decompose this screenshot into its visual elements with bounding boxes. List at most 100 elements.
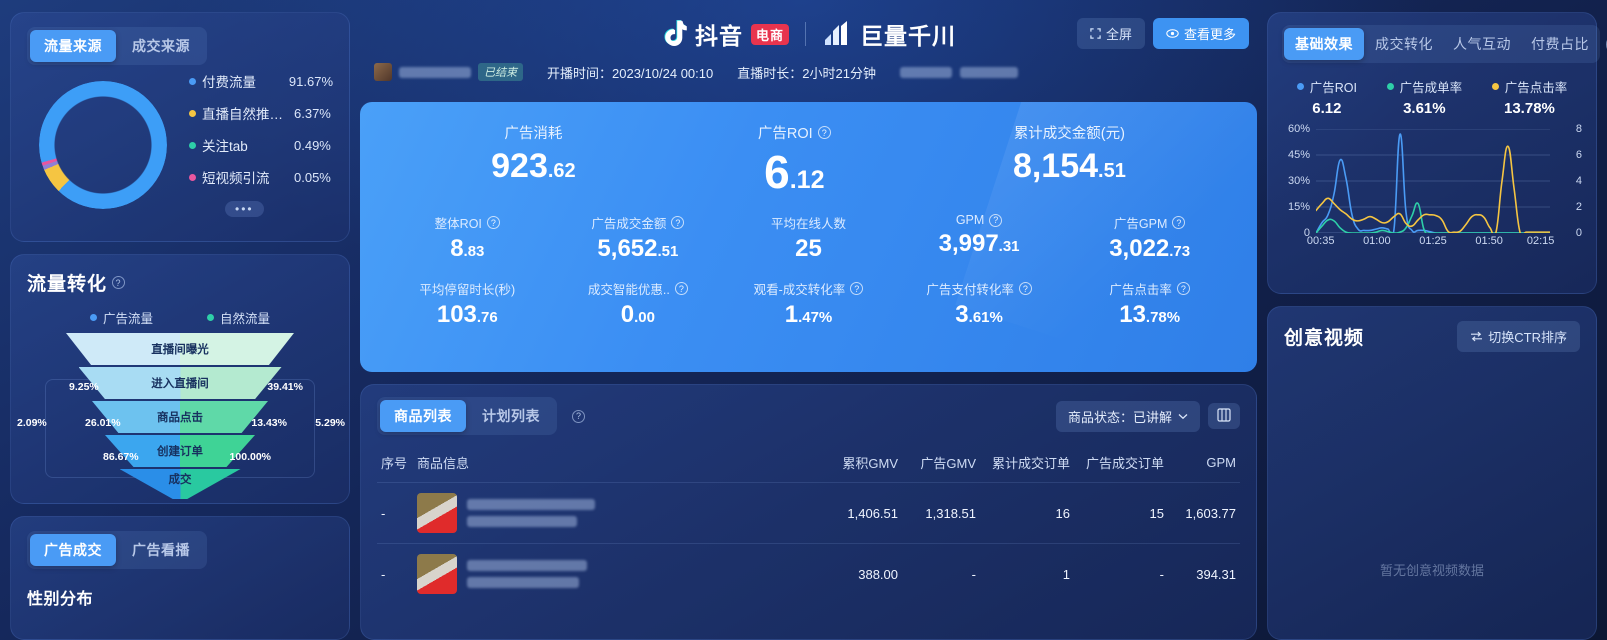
legend-ad-traffic: 广告流量 [89,308,153,327]
cell-ad-gmv: - [902,543,980,604]
kpi-avg-stay: 平均停留时长(秒) 103.76 [382,279,553,327]
chart-line-广告点击率 [1316,146,1550,233]
legend-more-button[interactable]: ••• [225,201,264,217]
tab-ad-watch[interactable]: 广告看播 [118,534,204,566]
kpi-ad-ctr: 广告点击率? 13.78% [1064,279,1235,327]
ad-deal-tabs[interactable]: 广告成交 广告看播 [27,531,207,569]
tab-basic-effect[interactable]: 基础效果 [1284,28,1364,60]
cell-ad-orders: - [1074,543,1168,604]
live-account: 已结束 [374,63,523,81]
tab-popularity[interactable]: 人气互动 [1444,28,1520,60]
funnel-rate-nat-enter: 39.41% [267,381,303,393]
legend-value: 3.61% [1403,100,1446,117]
help-icon[interactable]: ? [674,282,688,295]
kpi-value-dec: .76 [476,309,498,326]
table-filters: 商品状态：已讲解 [1055,400,1240,432]
traffic-donut-chart [39,80,167,209]
legend-value: 6.12 [1312,100,1342,117]
tab-traffic-source[interactable]: 流量来源 [30,30,116,62]
help-icon[interactable]: ? [671,216,685,229]
status-badge: 已结束 [478,63,523,81]
kpi-value-dec: .61% [968,309,1003,326]
creative-video-title: 创意视频 [1284,328,1365,349]
product-status-select[interactable]: 商品状态：已讲解 [1055,400,1200,432]
eye-icon [1166,29,1179,38]
creative-video-empty-text: 暂无创意视频数据 [1379,563,1484,578]
switch-ctr-sort-button[interactable]: 切换CTR排序 [1457,321,1580,352]
kpi-value-dec: .51 [657,243,679,260]
help-icon[interactable]: ? [1018,282,1032,295]
start-time-value: 2023/10/24 00:10 [612,65,714,81]
kpi-value-int: 103 [436,301,477,328]
y-tick-right: 2 [1575,201,1582,213]
effect-chart-tabs[interactable]: 基础效果 成交转化 人气互动 付费占比 ? [1282,25,1607,63]
kpi-label-text: 广告消耗 [504,126,563,142]
col-orders: 累计成交订单 [991,456,1070,471]
legend-label: 广告流量 [102,312,153,326]
help-icon[interactable]: ? [486,216,500,229]
kpi-value-int: 25 [795,235,822,262]
help-icon[interactable]: ? [989,213,1003,227]
legend-dot-icon [189,141,196,149]
kpi-value-dec: .47% [798,309,833,326]
redacted-field [959,66,1018,78]
legend-dot-icon [1296,83,1304,90]
cell-gmv: 388.00 [810,543,902,604]
table-row[interactable]: - 1,406.51 1,318.51 16 15 1,603.77 [377,482,1240,544]
col-ad-orders: 广告成交订单 [1085,456,1164,471]
kpi-label-text: GPM [955,213,985,227]
table-row[interactable]: - 388.00 - 1 - 394.31 [377,543,1240,604]
legend-dot-icon [189,173,196,181]
legend-ad-order-rate: 广告成单率 3.61% [1386,77,1462,117]
effect-tab-group[interactable]: 基础效果 成交转化 人气互动 付费占比 [1282,25,1600,63]
kpi-gpm: GPM? 3,997.31 [894,213,1065,261]
help-icon[interactable]: ? [850,282,864,295]
tab-deal-conversion[interactable]: 成交转化 [1366,28,1442,60]
y-tick-right: 4 [1575,175,1582,187]
kpi-value-int: 923 [491,147,548,185]
chevron-down-icon [1178,413,1188,419]
column-settings-button[interactable] [1208,403,1240,429]
fullscreen-button[interactable]: 全屏 [1076,18,1145,49]
duration: 直播时长：2小时21分钟 [737,63,876,82]
legend-value: 0.05% [294,169,331,185]
brand-badge: 电商 [750,23,789,45]
kpi-value-dec: .73 [1169,243,1191,260]
redacted-line [467,577,579,588]
kpi-total-gmv: 累计成交金额(元) 8,154.51 [1013,122,1126,183]
legend-value: 6.37% [294,105,331,121]
tab-product-list[interactable]: 商品列表 [380,400,466,432]
product-info [417,554,806,594]
tab-ad-deal[interactable]: 广告成交 [30,534,116,566]
kpi-value-int: 1 [784,301,799,328]
kpi-value-int: 8 [450,235,464,262]
help-icon[interactable]: ? [1176,282,1190,295]
help-icon[interactable]: ? [572,409,585,423]
help-icon[interactable]: ? [817,126,831,139]
redacted-line [467,499,595,510]
brand-bar: 抖音 电商 巨量千川 全屏 查看更多 [360,12,1257,56]
avatar [374,63,392,81]
help-icon[interactable]: ? [1172,216,1186,229]
kpi-label-text: 成交智能优惠.. [587,283,670,297]
legend-dot-icon [1491,83,1499,90]
kpi-value: 6.12 [758,149,831,195]
table-header: 序号 商品信息 累积GMV 广告GMV 累计成交订单 广告成交订单 GPM [377,447,1240,483]
product-list-tabs[interactable]: 商品列表 计划列表 [377,397,557,435]
traffic-source-tabs[interactable]: 流量来源 成交来源 [27,27,207,65]
y-tick-left: 15% [1287,201,1310,213]
kpi-label-text: 平均在线人数 [770,217,846,231]
y-tick-left: 30% [1287,175,1310,187]
help-icon[interactable]: ? [112,276,126,289]
tab-plan-list[interactable]: 计划列表 [468,400,554,432]
kpi-value-dec: .83 [463,243,485,260]
tab-paid-ratio[interactable]: 付费占比 [1522,28,1598,60]
product-thumbnail [417,554,457,594]
kpi-panel: 广告消耗 923.62 广告ROI ? 6.12 累计成交金额(元) 8,154… [360,102,1257,372]
col-product: 商品信息 [417,456,470,471]
kpi-value-dec: .12 [789,166,825,194]
cell-ad-gmv: 1,318.51 [902,482,980,544]
view-more-button[interactable]: 查看更多 [1152,18,1249,49]
cell-index: - [377,543,413,604]
tab-deal-source[interactable]: 成交来源 [118,30,204,62]
